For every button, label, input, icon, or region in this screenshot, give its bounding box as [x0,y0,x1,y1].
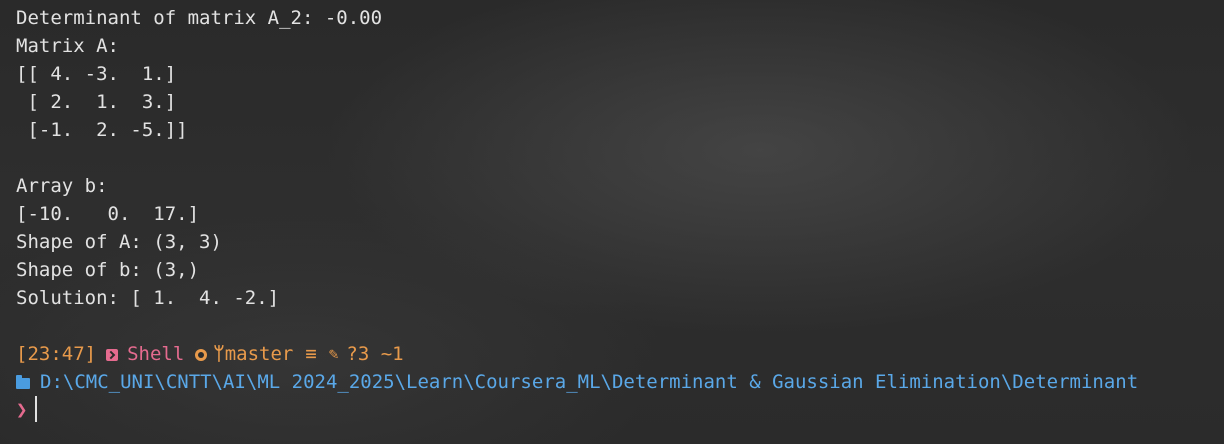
output-line: Solution: [ 1. 4. -2.] [16,287,280,309]
prompt-status-line: [23:47] Shell ᛘ master ≡ ✎ ?3 ~1 [16,340,404,368]
output-line: [-10. 0. 17.] [16,203,200,225]
shell-label: Shell [127,343,185,365]
git-status: ?3 ~1 [346,343,404,365]
sync-status: ≡ [305,343,317,365]
output-line: [[ 4. -3. 1.] [16,63,177,85]
output-line: [ 2. 1. 3.] [16,91,177,113]
folder-icon [16,374,30,389]
github-icon [195,349,208,361]
output-line: Determinant of matrix A_2: -0.00 [16,7,383,29]
command-input-line[interactable]: ❯ [16,396,38,424]
output-line: Matrix A: [16,35,119,57]
prompt-time: [23:47] [16,343,97,365]
cwd-line: D:\CMC_UNI\CNTT\AI\ML 2024_2025\Learn\Co… [16,368,1138,396]
chevron-right-icon: ❯ [16,399,28,421]
current-directory: D:\CMC_UNI\CNTT\AI\ML 2024_2025\Learn\Co… [40,371,1139,393]
output-line: Shape of b: (3,) [16,259,200,281]
git-branch: master [224,343,294,365]
output-line: [-1. 2. -5.]] [16,119,188,141]
output-line: Shape of A: (3, 3) [16,231,222,253]
output-line: Array b: [16,175,108,197]
branch-icon: ᛘ [213,343,225,365]
terminal-window[interactable]: Determinant of matrix A_2: -0.00 Matrix … [16,4,1216,440]
shell-icon [106,349,119,361]
edit-icon: ✎ [328,344,339,363]
text-cursor[interactable] [35,396,38,422]
